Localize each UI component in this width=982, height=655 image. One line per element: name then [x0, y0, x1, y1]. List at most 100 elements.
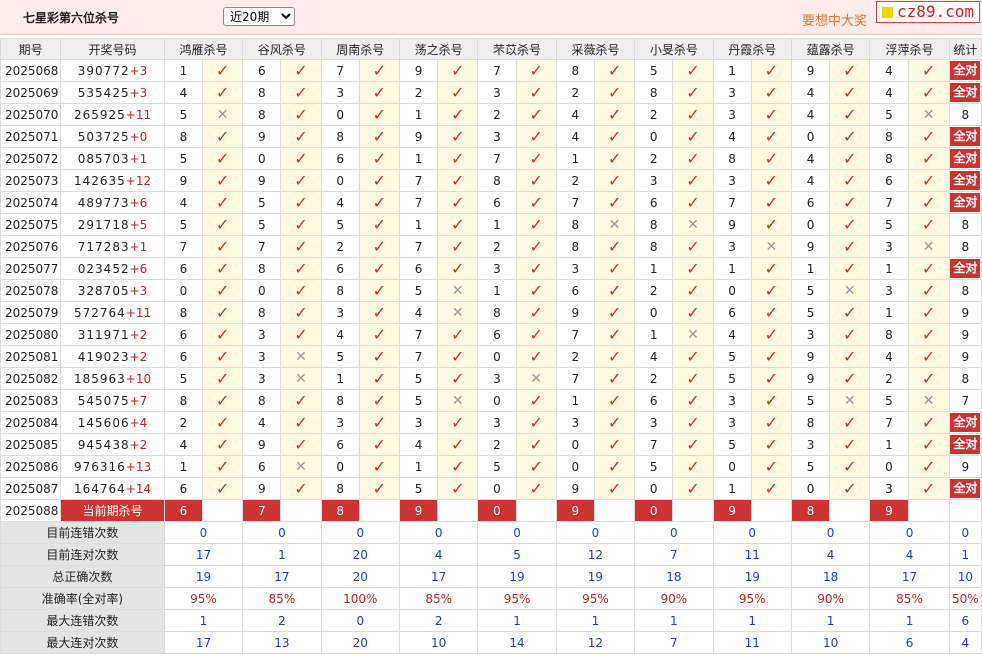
check-icon: ✓: [607, 302, 622, 322]
summary-stat-value: 6: [948, 609, 982, 632]
summary-label: 总正确次数: [0, 565, 165, 588]
check-icon: ✓: [215, 148, 230, 168]
kill-number-cell: 5: [163, 367, 203, 390]
result-mark-cell: ✓: [358, 257, 400, 280]
result-mark-cell: ✓: [201, 257, 244, 280]
kill-number-cell: 1: [163, 59, 203, 82]
kill-number-cell: 7: [398, 169, 439, 192]
result-mark-cell: ✓: [593, 59, 636, 82]
check-icon: ✓: [843, 104, 857, 124]
period-cell: 2025073: [0, 169, 62, 192]
draw-digits: 390772: [77, 63, 130, 78]
result-mark-cell: ✓: [593, 389, 636, 412]
kill-number-cell: 0: [477, 389, 517, 412]
check-icon: ✓: [294, 434, 308, 454]
check-icon: ✓: [686, 258, 700, 278]
result-mark-cell: ✕: [437, 279, 479, 302]
result-mark-cell: ✓: [358, 81, 400, 104]
summary-value: 0: [320, 521, 400, 544]
draw-digits: 265925: [73, 107, 126, 122]
kill-number-cell: 1: [869, 433, 909, 456]
check-icon: ✓: [607, 258, 622, 278]
summary-row: 目前连错次数 0 0 0 0 0 0 0 0 0 0 0: [0, 521, 982, 544]
check-icon: ✓: [372, 258, 387, 278]
draw-sum: +10: [125, 371, 152, 386]
summary-value: 2: [398, 609, 479, 632]
result-mark-cell: ✓: [829, 103, 871, 126]
result-mark-cell: ✓: [672, 125, 714, 148]
check-icon: ✓: [529, 192, 543, 212]
kill-number-cell: 5: [398, 279, 439, 302]
check-icon: ✓: [686, 192, 700, 212]
cross-icon: ✕: [687, 326, 699, 343]
check-icon: ✓: [921, 302, 936, 322]
expert-header: 周南杀号: [320, 38, 400, 60]
summary-label: 目前连对次数: [0, 543, 165, 566]
result-mark-cell: ✓: [750, 125, 792, 148]
summary-row: 总正确次数 19 17 20 17 19 19 18 19 18 17 10: [0, 565, 982, 588]
summary-value: 4: [398, 543, 479, 566]
result-mark-cell: ✓: [593, 477, 636, 500]
kill-number-cell: 4: [398, 301, 439, 324]
result-mark-cell: ✕: [593, 213, 636, 236]
result-mark-cell: ✓: [437, 103, 479, 126]
cross-icon: ✕: [922, 392, 935, 409]
kill-number-cell: 0: [555, 433, 595, 456]
result-mark-cell: ✓: [437, 81, 479, 104]
check-icon: ✓: [921, 434, 936, 454]
kill-number-cell: 4: [869, 59, 909, 82]
draw-numbers-cell: 145606+4: [60, 411, 165, 434]
summary-value: 0: [790, 521, 871, 544]
result-mark-cell: ✓: [593, 147, 636, 170]
period-range-select[interactable]: 近20期: [223, 7, 295, 26]
result-mark-cell: ✓: [672, 169, 714, 192]
check-icon: ✓: [843, 60, 857, 80]
result-mark-cell: ✓: [515, 191, 557, 214]
check-icon: ✓: [529, 258, 543, 278]
check-icon: ✓: [372, 170, 387, 190]
result-mark-cell: ✕: [907, 103, 950, 126]
check-icon: ✓: [294, 148, 308, 168]
check-icon: ✓: [686, 280, 700, 300]
result-mark-cell: ✓: [672, 345, 714, 368]
kill-number-cell: 3: [477, 257, 517, 280]
summary-value: 1: [869, 609, 950, 632]
kill-number-cell: 1: [398, 147, 439, 170]
check-icon: ✓: [764, 434, 779, 454]
kill-number-cell: 3: [712, 81, 752, 104]
kill-number-cell: 7: [869, 411, 909, 434]
check-icon: ✓: [843, 258, 857, 278]
result-mark-cell: ✓: [515, 411, 557, 434]
result-mark-cell: ✓: [829, 433, 871, 456]
check-icon: ✓: [294, 82, 308, 102]
check-icon: ✓: [607, 60, 622, 80]
summary-stat-value: 1: [948, 543, 982, 566]
summary-value: 1: [790, 609, 871, 632]
check-icon: ✓: [372, 214, 387, 234]
check-icon: ✓: [921, 170, 936, 190]
result-mark-cell: ✓: [907, 345, 950, 368]
summary-value: 1: [477, 609, 557, 632]
result-mark-cell: ✓: [358, 345, 400, 368]
result-mark-cell: ✓: [907, 411, 950, 434]
kill-number-cell: 9: [790, 59, 831, 82]
kill-number-cell: 0: [712, 279, 752, 302]
logo-text: cz89.com: [897, 2, 975, 21]
period-header: 期号: [0, 38, 62, 60]
promo-slogan[interactable]: 要想中大奖: [802, 10, 867, 29]
result-mark-cell: ✓: [437, 433, 479, 456]
result-mark-cell: ✕: [672, 323, 714, 346]
kill-number-cell: 1: [712, 59, 752, 82]
summary-value: 4: [790, 543, 871, 566]
kill-number-cell: 8: [320, 477, 360, 500]
site-logo[interactable]: cz89.com: [876, 1, 980, 23]
check-icon: ✓: [764, 390, 779, 410]
kill-number-cell: 9: [398, 125, 439, 148]
check-icon: ✓: [529, 412, 543, 432]
result-mark-cell: ✓: [280, 389, 322, 412]
kill-number-cell: 3: [477, 125, 517, 148]
result-mark-cell: ✓: [829, 345, 871, 368]
check-icon: ✓: [686, 368, 700, 388]
result-mark-cell: ✓: [201, 455, 244, 478]
current-kill-number: 9: [869, 499, 909, 522]
